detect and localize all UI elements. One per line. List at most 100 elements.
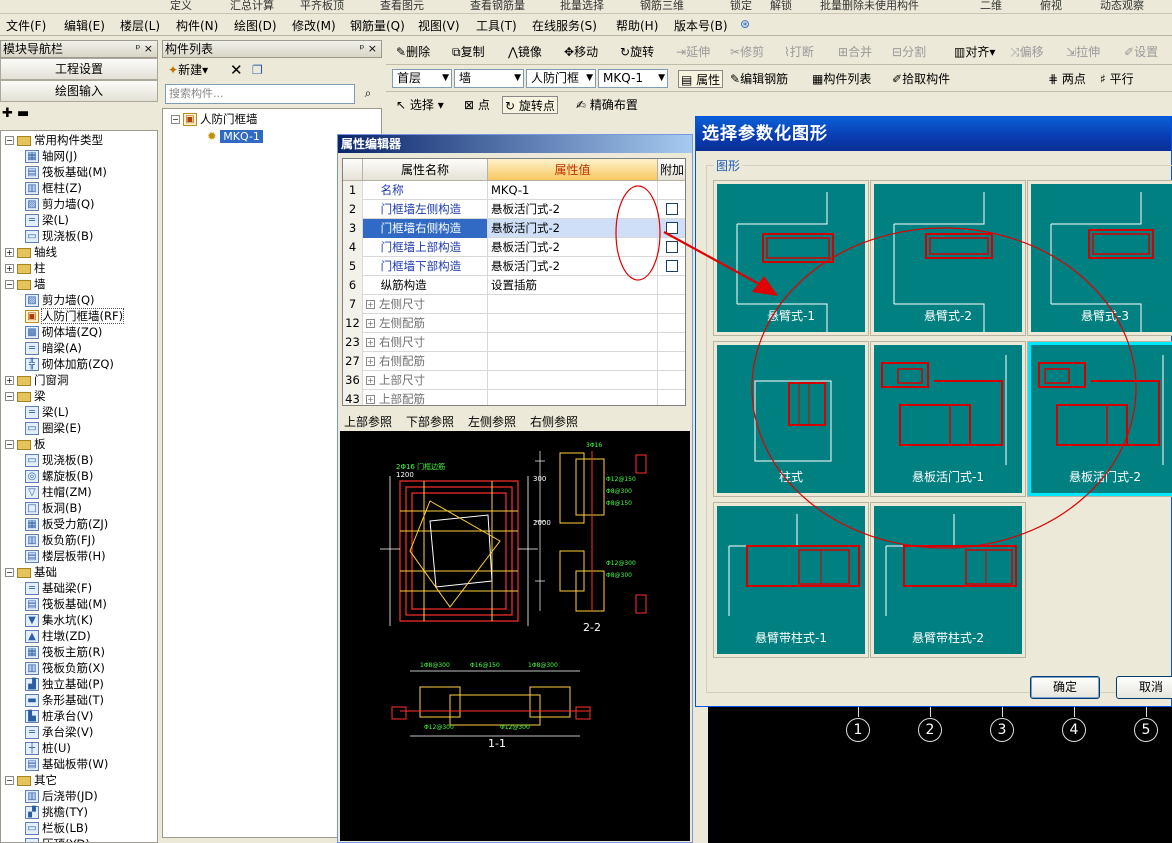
- drawing-input-button[interactable]: 绘图输入: [0, 80, 158, 102]
- nav-tree-item[interactable]: ▥ 框柱(Z): [25, 180, 82, 196]
- nav-tree-item[interactable]: ▭ 现浇板(B): [25, 452, 93, 468]
- pin-close-icon[interactable]: ᵖ ×: [360, 41, 377, 57]
- property-row[interactable]: 7 + 左侧尺寸: [343, 295, 685, 314]
- toolbar-button[interactable]: ⇥延伸: [674, 43, 712, 61]
- top-strip-item[interactable]: 钢筋三维: [640, 0, 684, 13]
- attach-checkbox[interactable]: [666, 260, 678, 272]
- toolbar-button[interactable]: ▥对齐▾: [952, 43, 997, 61]
- reference-tab[interactable]: 左侧参照: [468, 413, 516, 430]
- menu-item[interactable]: 在线服务(S): [532, 17, 597, 34]
- top-strip-item[interactable]: 动态观察: [1100, 0, 1144, 13]
- nav-tree-item[interactable]: ▩ 砌体墙(ZQ): [25, 324, 102, 340]
- toolbar-button[interactable]: ⌇打断: [782, 43, 816, 61]
- nav-tree-item[interactable]: ▭ 圈梁(E): [25, 420, 81, 436]
- nav-tree-item[interactable]: ▼ 集水坑(K): [25, 612, 93, 628]
- nav-tree-item[interactable]: − 其它: [5, 772, 57, 788]
- search-icon[interactable]: ⌕: [358, 84, 378, 104]
- nav-tree-item[interactable]: ▤ 筏板基础(M): [25, 164, 107, 180]
- draw-tool-button[interactable]: ↖ 选择 ▾: [394, 96, 446, 114]
- nav-tree-item[interactable]: ▨ 剪力墙(Q): [25, 292, 95, 308]
- nav-tree-item[interactable]: + 门窗洞: [5, 372, 69, 388]
- nav-tree-item[interactable]: ▭ 栏板(LB): [25, 820, 88, 836]
- new-component-button[interactable]: ✦新建▾: [166, 61, 210, 79]
- toolbar-button[interactable]: ✎删除: [394, 43, 432, 61]
- toolbar-button[interactable]: ⤨偏移: [1008, 43, 1046, 61]
- nav-tree-item[interactable]: ▥ 板负筋(FJ): [25, 532, 95, 548]
- nav-tree-item[interactable]: □ 板洞(B): [25, 500, 82, 516]
- nav-tree-item[interactable]: ▤ 筏板基础(M): [25, 596, 107, 612]
- draw-tool-button[interactable]: ⊠ 点: [462, 96, 492, 114]
- draw-tool-button[interactable]: ↻ 旋转点: [502, 96, 558, 114]
- property-row[interactable]: 36 + 上部尺寸: [343, 371, 685, 390]
- cancel-button[interactable]: 取消: [1116, 676, 1172, 699]
- reference-tab[interactable]: 上部参照: [344, 413, 392, 430]
- project-settings-button[interactable]: 工程设置: [0, 58, 158, 80]
- property-row[interactable]: 23 + 右侧尺寸: [343, 333, 685, 352]
- edit-rebar-button[interactable]: ✎编辑钢筋: [728, 70, 790, 88]
- nav-tree-item[interactable]: + 轴线: [5, 244, 57, 260]
- ok-button[interactable]: 确定: [1030, 676, 1100, 699]
- nav-tree-item[interactable]: ▤ 楼层板带(H): [25, 548, 106, 564]
- shape-tile[interactable]: 悬板活门式-2: [1027, 341, 1172, 497]
- delete-icon[interactable]: ✕: [228, 61, 245, 79]
- nav-tree-item[interactable]: ▟ 独立基础(P): [25, 676, 104, 692]
- parallel-button[interactable]: ♯ 平行: [1098, 70, 1136, 88]
- top-strip-item[interactable]: 二维: [980, 0, 1002, 13]
- nav-tree-item[interactable]: ▥ 筏板负筋(X): [25, 660, 105, 676]
- property-row[interactable]: 27 + 右侧配筋: [343, 352, 685, 371]
- toolbar-button[interactable]: ⋀镜像: [506, 43, 544, 61]
- menu-item[interactable]: 修改(M): [292, 17, 336, 34]
- menu-item[interactable]: 钢筋量(Q): [350, 17, 405, 34]
- menu-item[interactable]: 帮助(H): [616, 17, 658, 34]
- nav-tree-item[interactable]: + 柱: [5, 260, 46, 276]
- nav-tree-item[interactable]: ◎ 螺旋板(B): [25, 468, 93, 484]
- shape-tile[interactable]: 悬臂式-3: [1027, 180, 1172, 336]
- top-strip-item[interactable]: 批量删除未使用构件: [820, 0, 919, 13]
- nav-tree-item[interactable]: ▤ 基础板带(W): [25, 756, 108, 772]
- toolbar-button[interactable]: ⧉复制: [450, 43, 487, 61]
- nav-tree-item[interactable]: ▨ 剪力墙(Q): [25, 196, 95, 212]
- pin-close-icon[interactable]: ᵖ ×: [136, 41, 153, 57]
- reference-tab[interactable]: 右侧参照: [530, 413, 578, 430]
- top-strip-item[interactable]: 批量选择: [560, 0, 604, 13]
- nav-tree-item[interactable]: − 常用构件类型: [5, 132, 103, 148]
- type-select[interactable]: 墙 ▼: [454, 69, 524, 88]
- property-row[interactable]: 43 + 上部配筋: [343, 390, 685, 405]
- menu-item[interactable]: 文件(F): [6, 17, 46, 34]
- property-row[interactable]: 2 门框墙左侧构造 悬板活门式-2: [343, 200, 685, 219]
- toolbar-button[interactable]: ✥移动: [562, 43, 600, 61]
- top-strip-item[interactable]: 查看钢筋量: [470, 0, 525, 13]
- top-strip-item[interactable]: 汇总计算: [230, 0, 274, 13]
- attach-checkbox[interactable]: [666, 241, 678, 253]
- nav-tree-item[interactable]: ▬压顶(YD): [25, 836, 90, 842]
- reference-tab[interactable]: 下部参照: [406, 413, 454, 430]
- properties-button[interactable]: ▤ 属性: [678, 70, 724, 88]
- nav-tree-item[interactable]: − 墙: [5, 276, 46, 292]
- nav-tree-item[interactable]: − 基础: [5, 564, 57, 580]
- shape-tile[interactable]: 悬臂式-2: [870, 180, 1026, 336]
- subtype-select[interactable]: 人防门框 ▼: [526, 69, 596, 88]
- property-row[interactable]: 12 + 左侧配筋: [343, 314, 685, 333]
- nav-tree-item[interactable]: ╬ 砌体加筋(ZQ): [25, 356, 114, 372]
- top-strip-item[interactable]: 定义: [170, 0, 192, 13]
- top-strip-item[interactable]: 俯视: [1040, 0, 1062, 13]
- nav-tree-item[interactable]: ▽ 柱帽(ZM): [25, 484, 92, 500]
- attach-checkbox[interactable]: [666, 203, 678, 215]
- menu-item[interactable]: 构件(N): [176, 17, 218, 34]
- nav-tree-item[interactable]: ▦ 板受力筋(ZJ): [25, 516, 108, 532]
- nav-tree-item[interactable]: ▙ 桩承台(V): [25, 708, 93, 724]
- shape-tile[interactable]: 悬臂带柱式-2: [870, 502, 1026, 658]
- nav-tree-item[interactable]: ▬ 条形基础(T): [25, 692, 104, 708]
- nav-tree-item[interactable]: ═ 梁(L): [25, 404, 69, 420]
- nav-tree-item[interactable]: ▭ 现浇板(B): [25, 228, 93, 244]
- nav-tree-item[interactable]: ═ 承台梁(V): [25, 724, 93, 740]
- property-row[interactable]: 5 门框墙下部构造 悬板活门式-2: [343, 257, 685, 276]
- shape-tile[interactable]: 柱式: [713, 341, 869, 497]
- nav-tree-item[interactable]: − 梁: [5, 388, 46, 404]
- property-row[interactable]: 4 门框墙上部构造 悬板活门式-2: [343, 238, 685, 257]
- two-point-button[interactable]: ⋕ 两点: [1046, 70, 1088, 88]
- nav-tree-item[interactable]: ═ 暗梁(A): [25, 340, 82, 356]
- nav-tree-item[interactable]: ▲ 柱墩(ZD): [25, 628, 91, 644]
- floor-select[interactable]: 首层 ▼: [392, 69, 452, 88]
- nav-tree-item[interactable]: ═ 梁(L): [25, 212, 69, 228]
